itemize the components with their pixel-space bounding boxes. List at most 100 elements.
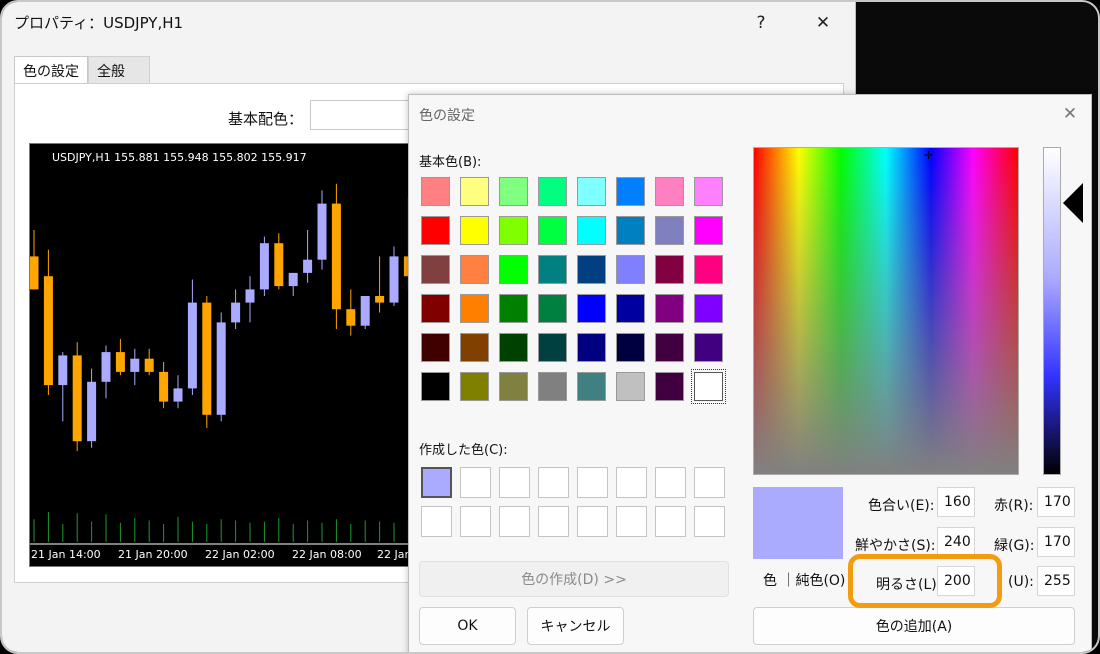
basic-color-swatch[interactable] <box>577 177 606 206</box>
basic-color-swatch[interactable] <box>616 177 645 206</box>
basic-color-swatch[interactable] <box>499 372 528 401</box>
tab-color-settings[interactable]: 色の設定 <box>14 56 88 84</box>
basic-color-swatch[interactable] <box>538 255 567 284</box>
basic-color-swatch[interactable] <box>538 333 567 362</box>
custom-color-swatch[interactable] <box>616 506 647 537</box>
basic-color-swatch[interactable] <box>499 177 528 206</box>
custom-color-swatch[interactable] <box>616 467 647 498</box>
basic-color-swatch[interactable] <box>460 216 489 245</box>
basic-color-swatch[interactable] <box>655 294 684 323</box>
custom-color-swatch[interactable] <box>694 506 725 537</box>
custom-color-swatch[interactable] <box>499 467 530 498</box>
custom-color-swatch[interactable] <box>538 506 569 537</box>
basic-color-swatch[interactable] <box>538 294 567 323</box>
saturation-label: 鮮やかさ(S): <box>855 538 936 554</box>
candle-body <box>173 388 183 402</box>
saturation-input[interactable]: 240 <box>937 527 975 557</box>
x-axis-label: 21 Jan 20:00 <box>118 548 188 561</box>
basic-color-swatch[interactable] <box>460 372 489 401</box>
custom-color-swatch[interactable] <box>460 467 491 498</box>
basic-color-swatch[interactable] <box>616 294 645 323</box>
custom-color-swatch[interactable] <box>499 506 530 537</box>
basic-color-swatch[interactable] <box>538 177 567 206</box>
red-input[interactable]: 170 <box>1037 487 1075 517</box>
candle-body <box>303 259 313 273</box>
basic-color-swatch[interactable] <box>421 333 450 362</box>
basic-color-swatch[interactable] <box>460 177 489 206</box>
basic-color-swatch[interactable] <box>694 294 723 323</box>
basic-color-swatch[interactable] <box>694 333 723 362</box>
color-dialog-title: 色の設定 <box>419 108 475 124</box>
candlestick-chart <box>30 183 418 545</box>
basic-color-swatch[interactable] <box>499 216 528 245</box>
custom-color-swatch[interactable] <box>421 506 452 537</box>
basic-color-swatch[interactable] <box>655 177 684 206</box>
blue-input[interactable]: 255 <box>1037 566 1075 596</box>
basic-color-swatch[interactable] <box>694 216 723 245</box>
custom-color-swatch[interactable] <box>538 467 569 498</box>
custom-color-swatch[interactable] <box>460 506 491 537</box>
basic-color-swatch[interactable] <box>616 255 645 284</box>
crosshair-icon: ✛ <box>924 149 934 162</box>
ok-button[interactable]: OK <box>419 607 516 645</box>
candle-body <box>288 272 298 287</box>
tab-general[interactable]: 全般 <box>88 56 150 84</box>
basic-color-swatch[interactable] <box>616 333 645 362</box>
basic-color-swatch[interactable] <box>421 294 450 323</box>
basic-color-swatch[interactable] <box>460 333 489 362</box>
hue-label: 色合い(E): <box>868 498 935 514</box>
candle-body <box>274 243 284 287</box>
basic-color-swatch[interactable] <box>538 216 567 245</box>
window-title: プロパティ：USDJPY,H1 <box>14 14 184 32</box>
basic-color-swatch[interactable] <box>616 216 645 245</box>
color-solid-label: 色 ｜純色(O) <box>763 573 846 589</box>
candle-body <box>144 358 154 372</box>
basic-color-swatch[interactable] <box>577 216 606 245</box>
basic-color-swatch[interactable] <box>421 177 450 206</box>
cancel-button[interactable]: キャンセル <box>527 607 624 645</box>
color-spectrum[interactable] <box>753 147 1019 475</box>
add-to-custom-colors-button[interactable]: 色の追加(A) <box>753 607 1075 645</box>
basic-color-swatch[interactable] <box>460 255 489 284</box>
basic-color-swatch[interactable] <box>655 372 684 401</box>
basic-color-swatch[interactable] <box>694 255 723 284</box>
basic-color-swatch[interactable] <box>577 255 606 284</box>
luminance-slider[interactable] <box>1043 147 1061 475</box>
highlight-box <box>848 554 1002 608</box>
custom-color-swatch[interactable] <box>694 467 725 498</box>
close-icon[interactable]: ✕ <box>1057 101 1083 127</box>
basic-color-swatch[interactable] <box>499 333 528 362</box>
hue-input[interactable]: 160 <box>937 487 975 517</box>
candle-body <box>346 309 356 326</box>
basic-color-swatch[interactable] <box>499 294 528 323</box>
tab-bar: 色の設定 全般 <box>14 56 150 84</box>
define-custom-colors-button[interactable]: 色の作成(D) >> <box>419 561 729 597</box>
basic-color-swatch[interactable] <box>691 369 726 404</box>
basic-color-swatch[interactable] <box>694 177 723 206</box>
custom-color-swatch[interactable] <box>655 506 686 537</box>
basic-color-swatch[interactable] <box>616 372 645 401</box>
basic-color-swatch[interactable] <box>421 255 450 284</box>
basic-color-swatch[interactable] <box>538 372 567 401</box>
candle-body <box>360 296 370 326</box>
basic-color-swatch[interactable] <box>577 294 606 323</box>
custom-color-swatch[interactable] <box>577 506 608 537</box>
green-input[interactable]: 170 <box>1037 527 1075 557</box>
basic-color-swatch[interactable] <box>577 372 606 401</box>
basic-color-swatch[interactable] <box>421 216 450 245</box>
help-button[interactable]: ? <box>744 8 778 38</box>
custom-color-swatch[interactable] <box>577 467 608 498</box>
custom-color-swatch[interactable] <box>421 467 452 498</box>
basic-color-swatch[interactable] <box>655 333 684 362</box>
basic-color-swatch[interactable] <box>655 255 684 284</box>
candle-body <box>216 322 226 415</box>
slider-pointer-icon[interactable] <box>1063 183 1083 223</box>
candle-body <box>187 302 197 389</box>
basic-color-swatch[interactable] <box>655 216 684 245</box>
close-button[interactable]: ✕ <box>806 8 840 38</box>
basic-color-swatch[interactable] <box>421 372 450 401</box>
basic-color-swatch[interactable] <box>460 294 489 323</box>
custom-color-swatch[interactable] <box>655 467 686 498</box>
basic-color-swatch[interactable] <box>499 255 528 284</box>
basic-color-swatch[interactable] <box>577 333 606 362</box>
